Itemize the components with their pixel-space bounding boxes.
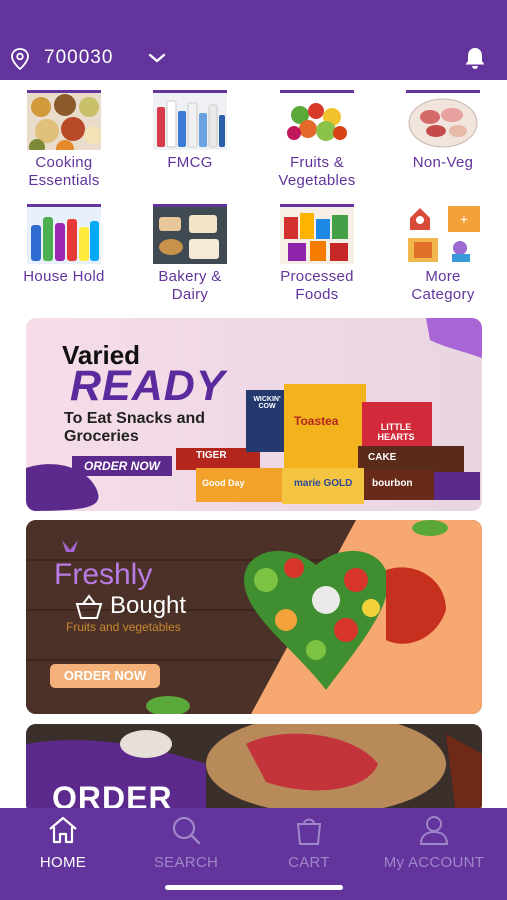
pincode-selector[interactable]: 700030 <box>44 47 113 69</box>
category-image <box>406 90 480 150</box>
category-image <box>153 204 227 264</box>
category-label: Processed Foods <box>280 268 354 303</box>
category-image <box>153 90 227 150</box>
category-label: House Hold <box>23 268 105 285</box>
pack-label: LITTLE HEARTS <box>377 422 415 442</box>
tab-label: SEARCH <box>153 854 219 871</box>
pack-label: TIGER <box>196 450 227 461</box>
category-label: Non-Veg <box>412 154 474 171</box>
home-icon <box>49 816 77 844</box>
banner-order-meat[interactable]: ORDER <box>26 724 482 814</box>
banner-line2: READY <box>70 362 226 410</box>
banner-line4: Groceries <box>64 428 139 445</box>
category-non-veg[interactable]: Non-Veg <box>383 90 503 172</box>
basket-icon <box>75 594 103 619</box>
home-indicator[interactable] <box>165 885 343 890</box>
pack-label: CAKE <box>368 452 397 463</box>
category-label: Bakery & Dairy <box>158 268 222 303</box>
order-now-button[interactable]: ORDER NOW <box>72 456 172 476</box>
category-more[interactable]: + More Category <box>383 204 503 304</box>
category-image <box>27 204 101 264</box>
category-cooking-essentials[interactable]: Cooking Essentials <box>4 90 124 190</box>
pack-label: WICKIN' COW <box>253 396 281 410</box>
user-icon <box>419 816 449 845</box>
banner-freshly-bought[interactable]: Freshly Bought Fruits and vegetables ORD… <box>26 520 482 714</box>
category-image <box>280 90 354 150</box>
tab-label: HOME <box>39 854 87 871</box>
tab-home[interactable]: HOME <box>0 814 126 871</box>
banner-title: Freshly <box>54 558 153 591</box>
order-now-button[interactable]: ORDER NOW <box>50 664 160 688</box>
tab-label: My ACCOUNT <box>383 854 485 871</box>
category-label: More Category <box>411 268 475 303</box>
category-image <box>27 90 101 150</box>
pack-label: Good Day <box>202 478 245 488</box>
location-pin-icon[interactable] <box>10 48 30 70</box>
tab-search[interactable]: SEARCH <box>123 814 249 871</box>
category-fruits-vegetables[interactable]: Fruits & Vegetables <box>257 90 377 190</box>
banner-ready-snacks[interactable]: Varied READY To Eat Snacks and Groceries… <box>26 318 482 511</box>
category-grid: Cooking Essentials FMCG Fruits & Vegetable… <box>0 88 507 306</box>
banner-line3: To Eat Snacks and <box>64 410 206 427</box>
pack-label: bourbon <box>372 478 413 489</box>
category-image: + <box>406 204 480 264</box>
chevron-down-icon[interactable] <box>148 50 166 66</box>
tab-cart[interactable]: CART <box>246 814 372 871</box>
pack-label: Toastea <box>294 414 339 428</box>
category-bakery-dairy[interactable]: Bakery & Dairy <box>130 204 250 304</box>
category-processed-foods[interactable]: Processed Foods <box>257 204 377 304</box>
bell-icon[interactable] <box>464 46 486 70</box>
banner-tagline: Fruits and vegetables <box>66 620 181 634</box>
pack-label: marie GOLD <box>294 478 353 489</box>
tab-label: CART <box>288 854 330 871</box>
category-label: Fruits & Vegetables <box>278 154 356 189</box>
category-label: Cooking Essentials <box>28 154 100 189</box>
app-header: 700030 <box>0 0 507 80</box>
banner-subtitle: Bought <box>110 592 187 619</box>
tab-my-account[interactable]: My ACCOUNT <box>369 814 499 871</box>
category-label: FMCG <box>167 154 213 171</box>
svg-text:+: + <box>460 211 468 227</box>
search-icon <box>172 816 201 845</box>
category-fmcg[interactable]: FMCG <box>130 90 250 172</box>
bag-icon <box>296 818 322 845</box>
category-image <box>280 204 354 264</box>
category-house-hold[interactable]: House Hold <box>4 204 124 286</box>
